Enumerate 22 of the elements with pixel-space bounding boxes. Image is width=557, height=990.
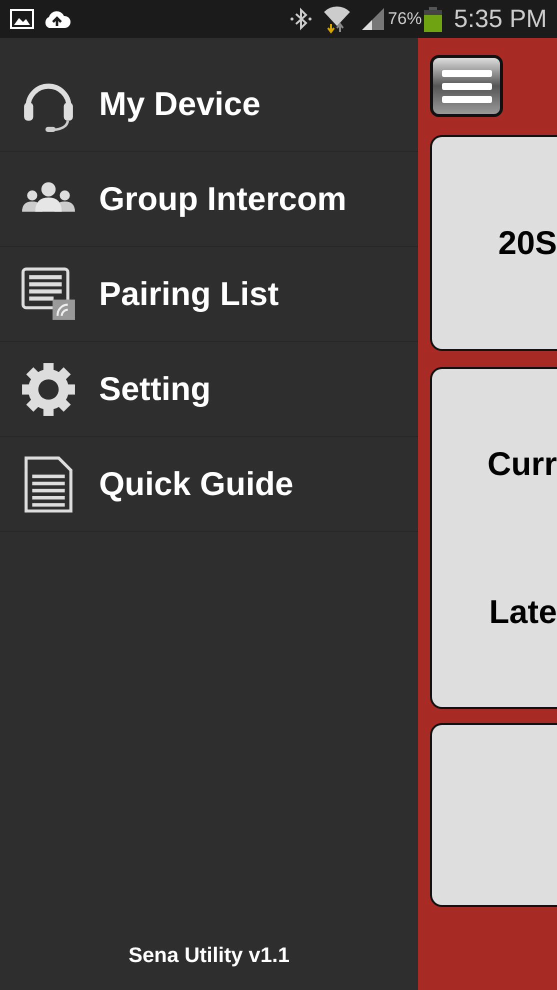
list-icon <box>20 266 77 322</box>
wifi-icon <box>322 4 352 34</box>
battery-icon <box>424 6 442 32</box>
card[interactable]: Curr Late <box>430 367 557 709</box>
battery-percentage: 76% <box>388 9 422 29</box>
settings-icon <box>20 360 77 418</box>
card-text: 20S <box>498 224 557 262</box>
drawer-item[interactable]: Pairing List <box>0 247 418 342</box>
card[interactable] <box>430 723 557 907</box>
bluetooth-icon <box>288 7 314 31</box>
card-text: Late <box>489 593 557 631</box>
image-icon <box>10 9 34 29</box>
clock: 5:35 PM <box>454 4 547 34</box>
card-text: Curr <box>487 445 557 483</box>
drawer-item[interactable]: My Device <box>0 57 418 152</box>
signal-icon <box>360 7 386 31</box>
version-label: Sena Utility v1.1 <box>127 944 291 969</box>
card[interactable]: 20S <box>430 135 557 351</box>
drawer-item[interactable]: Quick Guide <box>0 437 418 532</box>
menu-button[interactable] <box>430 55 503 117</box>
drawer-item[interactable]: Setting <box>0 342 418 437</box>
drawer-item[interactable]: Group Intercom <box>0 152 418 247</box>
